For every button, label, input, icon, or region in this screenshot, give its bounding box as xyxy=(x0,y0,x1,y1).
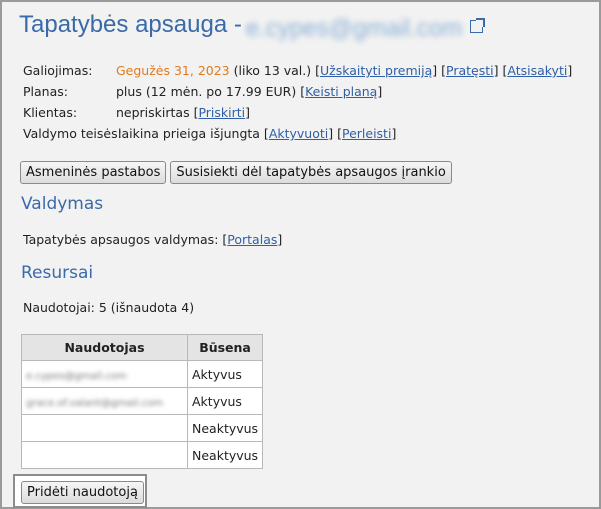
admin-rights-text: laikina prieiga išjungta xyxy=(118,126,260,141)
client-text: nepriskirtas xyxy=(116,105,190,120)
contact-button[interactable]: Susisiekti dėl tapatybės apsaugos įranki… xyxy=(170,161,452,184)
validity-remaining: (liko 13 val.) xyxy=(233,63,312,78)
validity-value: Gegužės 31, 2023 (liko 13 val.) [Užskait… xyxy=(116,63,573,78)
column-header-status: Būsena xyxy=(186,334,264,361)
cancel-link[interactable]: Atsisakyti xyxy=(507,63,567,78)
users-table: Naudotojas Būsena e.cypes@gmail.com Akty… xyxy=(21,334,264,469)
external-link-icon[interactable] xyxy=(469,18,485,33)
column-header-user: Naudotojas xyxy=(21,334,188,361)
client-value: nepriskirtas [Priskirti] xyxy=(116,105,251,120)
personal-notes-button[interactable]: Asmeninės pastabos xyxy=(20,161,167,184)
plan-label: Planas: xyxy=(23,84,68,99)
change-plan-link[interactable]: Keisti planą xyxy=(305,84,377,99)
user-cell: grace.of.valant@gmail.com xyxy=(21,387,188,415)
users-count: Naudotojai: 5 (išnaudota 4) xyxy=(23,300,195,315)
status-cell: Neaktyvus xyxy=(186,414,264,442)
add-user-button[interactable]: Pridėti naudotoją xyxy=(21,481,144,504)
user-cell xyxy=(21,441,188,469)
transfer-link[interactable]: Perleisti xyxy=(342,126,391,141)
redeem-bonus-link[interactable]: Užskaityti premiją xyxy=(320,63,432,78)
title-email-blurred: e.cypes@gmail.com xyxy=(245,15,463,42)
table-row: Neaktyvus xyxy=(21,414,264,442)
management-heading: Valdymas xyxy=(21,194,104,214)
extend-link[interactable]: Pratęsti xyxy=(446,63,494,78)
page-panel: Tapatybės apsauga - e.cypes@gmail.com Gal… xyxy=(0,0,601,509)
page-title: Tapatybės apsauga - e.cypes@gmail.com xyxy=(19,11,485,42)
admin-rights-value: laikina prieiga išjungta [Aktyvuoti] [Pe… xyxy=(118,126,397,141)
resources-heading: Resursai xyxy=(21,263,94,283)
user-email-blurred: grace.of.valant@gmail.com xyxy=(26,397,164,409)
page-title-text: Tapatybės apsauga - xyxy=(19,11,242,38)
add-user-highlight: Pridėti naudotoją xyxy=(13,474,147,508)
plan-value: plus (12 mėn. po 17.99 EUR) [Keisti plan… xyxy=(116,84,383,99)
client-label: Klientas: xyxy=(23,105,78,120)
status-cell: Neaktyvus xyxy=(186,441,264,469)
action-buttons: Asmeninės pastabos Susisiekti dėl tapatyb… xyxy=(20,161,452,184)
validity-date: Gegužės 31, 2023 xyxy=(116,63,230,78)
status-cell: Aktyvus xyxy=(186,360,264,388)
management-label: Tapatybės apsaugos valdymas: xyxy=(23,232,219,247)
status-cell: Aktyvus xyxy=(186,387,264,415)
table-header-row: Naudotojas Būsena xyxy=(21,334,264,361)
assign-client-link[interactable]: Priskirti xyxy=(198,105,245,120)
user-email-blurred: e.cypes@gmail.com xyxy=(26,370,127,382)
portal-link[interactable]: Portalas xyxy=(227,232,277,247)
user-cell: e.cypes@gmail.com xyxy=(21,360,188,388)
user-cell xyxy=(21,414,188,442)
table-row: grace.of.valant@gmail.com Aktyvus xyxy=(21,387,264,415)
admin-rights-label: Valdymo teisės: xyxy=(23,126,122,141)
management-line: Tapatybės apsaugos valdymas: [Portalas] xyxy=(23,232,283,247)
activate-link[interactable]: Aktyvuoti xyxy=(269,126,328,141)
plan-text: plus (12 mėn. po 17.99 EUR) xyxy=(116,84,297,99)
validity-label: Galiojimas: xyxy=(23,63,93,78)
table-row: Neaktyvus xyxy=(21,441,264,469)
table-row: e.cypes@gmail.com Aktyvus xyxy=(21,360,264,388)
